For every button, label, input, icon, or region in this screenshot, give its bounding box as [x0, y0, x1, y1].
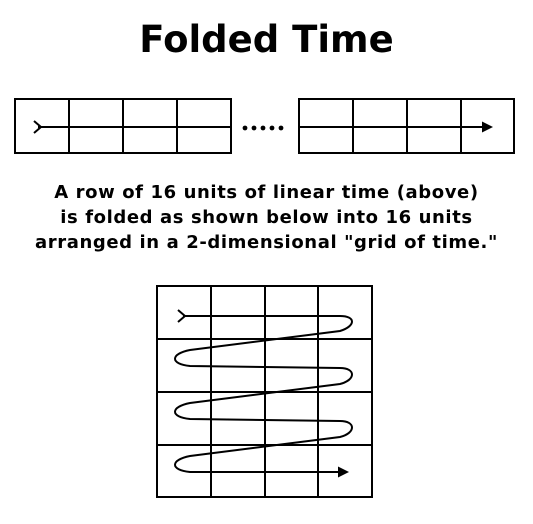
folded-time-grid: [156, 285, 373, 498]
